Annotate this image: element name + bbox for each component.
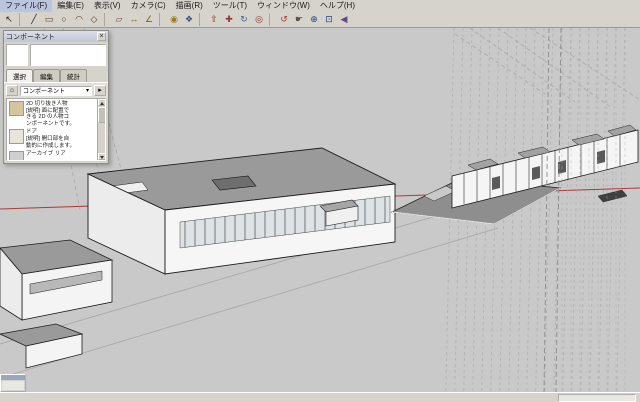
components-scrollbar[interactable] [97, 99, 105, 160]
collection-dropdown[interactable]: コンポーネント ▾ [20, 85, 92, 96]
paint-bucket-tool-icon[interactable]: ◉ [167, 13, 181, 26]
toolbar-separator [269, 13, 274, 26]
toolbar-separator [104, 13, 109, 26]
component-item-text: ドア [説明] 開口部を自 動的に作成します。 [26, 129, 75, 149]
home-icon[interactable]: ⌂ [6, 85, 18, 96]
menu-window[interactable]: ウィンドウ(W) [252, 0, 315, 12]
menu-help[interactable]: ヘルプ(H) [315, 0, 360, 12]
previous-view-tool-icon[interactable]: ◀ [337, 13, 351, 26]
toolbar-separator [159, 13, 164, 26]
toolbar: ↖ ╱ ▭ ○ ◠ ◇ ▱ ↔ ∠ ◉ ❖ ⇧ ✚ ↻ ◎ ↺ ☛ ⊕ ⊡ ◀ [0, 12, 640, 28]
components-panel-titlebar[interactable]: コンポーネント × [4, 31, 108, 42]
close-icon[interactable]: × [97, 32, 106, 41]
toolbar-separator [199, 13, 204, 26]
menu-camera[interactable]: カメラ(C) [126, 0, 171, 12]
component-preview-row [4, 42, 108, 68]
zoom-extents-tool-icon[interactable]: ⊡ [322, 13, 336, 26]
scroll-down-arrow-icon[interactable] [98, 153, 105, 160]
rectangle-tool-icon[interactable]: ▭ [42, 13, 56, 26]
scrollbar-thumb[interactable] [98, 107, 105, 123]
components-tabs: 選択 編集 統計 [4, 69, 108, 82]
status-bar [0, 392, 640, 402]
minimized-dialog-body [2, 381, 24, 390]
pan-tool-icon[interactable]: ☛ [292, 13, 306, 26]
protractor-tool-icon[interactable]: ∠ [142, 13, 156, 26]
tab-edit[interactable]: 編集 [33, 69, 60, 82]
minimized-dialog[interactable] [0, 374, 26, 392]
offset-tool-icon[interactable]: ◎ [252, 13, 266, 26]
component-thumbnail [9, 101, 24, 116]
push-pull-tool-icon[interactable]: ⇧ [207, 13, 221, 26]
menu-file[interactable]: ファイル(F) [0, 0, 53, 12]
scroll-up-arrow-icon[interactable] [98, 99, 105, 106]
component-preview-thumbnail [6, 44, 28, 66]
rotate-tool-icon[interactable]: ↻ [237, 13, 251, 26]
menu-tools[interactable]: ツール(T) [208, 0, 252, 12]
menu-view[interactable]: 表示(V) [89, 0, 126, 12]
menu-edit[interactable]: 編集(E) [52, 0, 89, 12]
component-list-item[interactable]: アーカイブ リア [8, 150, 96, 160]
component-list-item[interactable]: 2D 切り抜き人物 [説明] 面に配置で きる 2D の人物コ ンポーネントです… [8, 100, 96, 128]
component-description-box[interactable] [30, 44, 106, 66]
orbit-tool-icon[interactable]: ↺ [277, 13, 291, 26]
circle-tool-icon[interactable]: ○ [57, 13, 71, 26]
move-tool-icon[interactable]: ✚ [222, 13, 236, 26]
components-nav-row: ⌂ コンポーネント ▾ ▸ [4, 82, 108, 98]
component-item-text: 2D 切り抜き人物 [説明] 面に配置で きる 2D の人物コ ンポーネントです… [26, 101, 75, 127]
chevron-down-icon: ▾ [85, 88, 89, 94]
polygon-tool-icon[interactable]: ◇ [87, 13, 101, 26]
menu-draw[interactable]: 描画(R) [171, 0, 208, 12]
components-panel: コンポーネント × 選択 編集 統計 ⌂ コンポーネント ▾ ▸ 2D 切り抜き… [3, 30, 109, 164]
component-thumbnail [9, 129, 24, 145]
select-tool-icon[interactable]: ↖ [2, 13, 16, 26]
toolbar-separator [19, 13, 24, 26]
arc-tool-icon[interactable]: ◠ [72, 13, 86, 26]
tab-statistics[interactable]: 統計 [60, 69, 87, 82]
component-list-item[interactable]: ドア [説明] 開口部を自 動的に作成します。 [8, 128, 96, 150]
minimized-dialog-titlebar[interactable] [1, 375, 25, 380]
eraser-tool-icon[interactable]: ▱ [112, 13, 126, 26]
measurement-box[interactable] [558, 393, 636, 402]
component-thumbnail [9, 151, 24, 160]
sketchup-window: ファイル(F) 編集(E) 表示(V) カメラ(C) 描画(R) ツール(T) … [0, 0, 640, 402]
tab-select[interactable]: 選択 [6, 69, 33, 82]
component-item-text: アーカイブ リア [26, 151, 66, 158]
make-component-tool-icon[interactable]: ❖ [182, 13, 196, 26]
details-arrow-icon[interactable]: ▸ [94, 85, 106, 96]
components-list: 2D 切り抜き人物 [説明] 面に配置で きる 2D の人物コ ンポーネントです… [6, 98, 106, 161]
components-panel-title: コンポーネント [6, 33, 55, 41]
line-tool-icon[interactable]: ╱ [27, 13, 41, 26]
collection-dropdown-value: コンポーネント [23, 89, 66, 95]
tape-measure-tool-icon[interactable]: ↔ [127, 13, 141, 26]
zoom-tool-icon[interactable]: ⊕ [307, 13, 321, 26]
